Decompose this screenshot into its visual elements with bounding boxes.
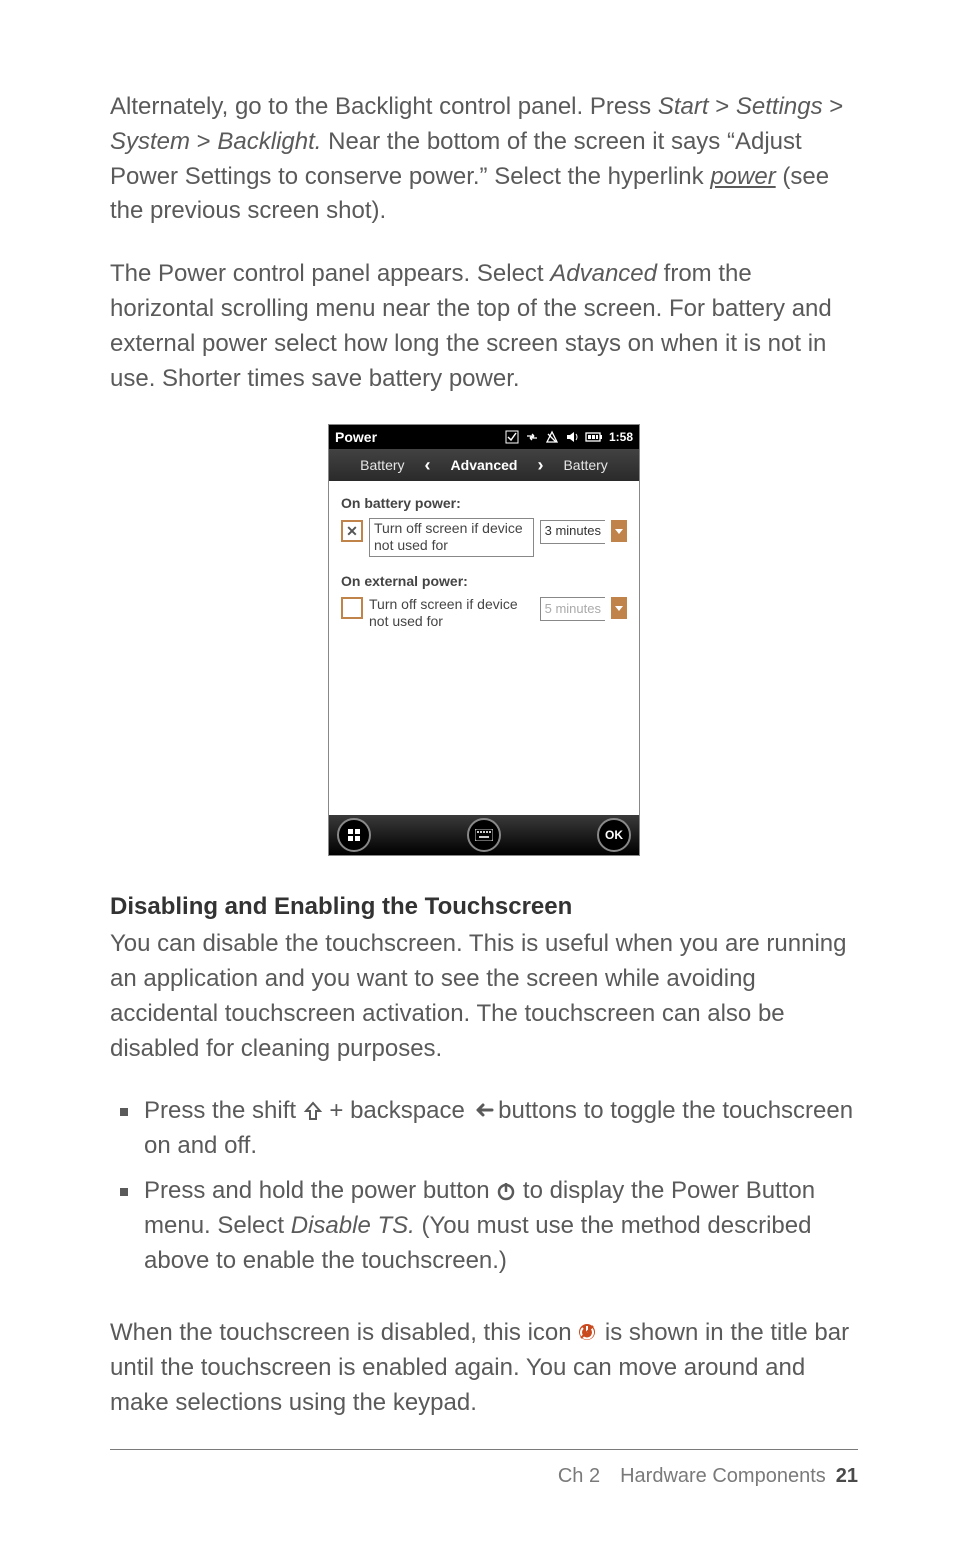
list-item: Press and hold the power button to displ… (110, 1174, 858, 1278)
check-icon (505, 430, 519, 444)
panel-content: On battery power: ✕ Turn off screen if d… (329, 481, 639, 815)
link-power: power (710, 163, 775, 190)
tab-name-advanced: Advanced (550, 260, 657, 287)
dropdown-arrow-icon[interactable] (611, 520, 627, 542)
device-screenshot: Power 1:58 Battery ‹ Advanced › Battery … (110, 424, 858, 856)
ok-button[interactable]: OK (597, 818, 631, 852)
tab-battery-left[interactable]: Battery (350, 451, 414, 479)
row-external-option: Turn off screen if device not used for 5… (341, 595, 627, 632)
label-battery-power: On battery power: (341, 493, 627, 513)
signal-icon (545, 430, 559, 444)
tab-bar: Battery ‹ Advanced › Battery (329, 449, 639, 481)
footer-page-number: 21 (836, 1462, 858, 1491)
device-screen: Power 1:58 Battery ‹ Advanced › Battery … (328, 424, 640, 856)
shift-up-icon (303, 1101, 323, 1121)
battery-icon (585, 431, 603, 443)
menu-path-settings: Settings (736, 93, 823, 120)
option-text-external: Turn off screen if device not used for (369, 595, 534, 632)
bullet-list: Press the shift + backspace buttons to t… (110, 1094, 858, 1288)
titlebar: Power 1:58 (329, 425, 639, 449)
menu-path-system: System (110, 128, 190, 155)
checkbox-external[interactable] (341, 597, 363, 619)
tab-advanced[interactable]: Advanced (441, 451, 528, 479)
option-text-battery: Turn off screen if device not used for (369, 518, 534, 557)
power-icon (496, 1181, 516, 1201)
checkbox-battery[interactable]: ✕ (341, 520, 363, 542)
text: When the touchscreen is disabled, this i… (110, 1319, 578, 1346)
chevron-left-icon[interactable]: ‹ (423, 452, 433, 478)
list-item: Press the shift + backspace buttons to t… (110, 1094, 858, 1164)
text: The Power control panel appears. Select (110, 260, 550, 287)
tab-battery-right[interactable]: Battery (553, 451, 617, 479)
text: + backspace (323, 1097, 472, 1124)
sync-icon (525, 430, 539, 444)
text: Press the shift (144, 1097, 303, 1124)
text: Press and hold the power button (144, 1177, 496, 1204)
menu-disable-ts: Disable TS. (291, 1212, 415, 1239)
window-title: Power (335, 427, 505, 447)
section-heading: Disabling and Enabling the Touchscreen (110, 890, 858, 925)
text: Alternately, go to the Backlight control… (110, 93, 658, 120)
footer-chapter: Ch 2 Hardware Components (558, 1462, 826, 1491)
speaker-icon (565, 430, 579, 444)
keyboard-button[interactable] (467, 818, 501, 852)
label-external-power: On external power: (341, 571, 627, 591)
text: > (190, 128, 217, 155)
clock-text: 1:58 (609, 429, 633, 446)
dropdown-battery-timeout[interactable]: 3 minutes (540, 520, 605, 544)
menu-path-backlight: Backlight. (217, 128, 321, 155)
menu-path-start: Start (658, 93, 709, 120)
page-footer: Ch 2 Hardware Components 21 (110, 1449, 858, 1491)
chevron-right-icon[interactable]: › (535, 452, 545, 478)
backspace-arrow-icon (472, 1101, 492, 1121)
dropdown-external-timeout[interactable]: 5 minutes (540, 597, 605, 621)
paragraph-4: When the touchscreen is disabled, this i… (110, 1316, 858, 1420)
row-battery-option: ✕ Turn off screen if device not used for… (341, 518, 627, 557)
paragraph-3: You can disable the touchscreen. This is… (110, 927, 858, 1066)
paragraph-2: The Power control panel appears. Select … (110, 257, 858, 396)
text: > (709, 93, 736, 120)
touchscreen-disabled-icon (578, 1323, 598, 1343)
start-button[interactable] (337, 818, 371, 852)
dropdown-arrow-icon[interactable] (611, 597, 627, 619)
text: > (823, 93, 844, 120)
status-icons: 1:58 (505, 429, 633, 446)
paragraph-1: Alternately, go to the Backlight control… (110, 90, 858, 229)
bottom-bar: OK (329, 815, 639, 855)
